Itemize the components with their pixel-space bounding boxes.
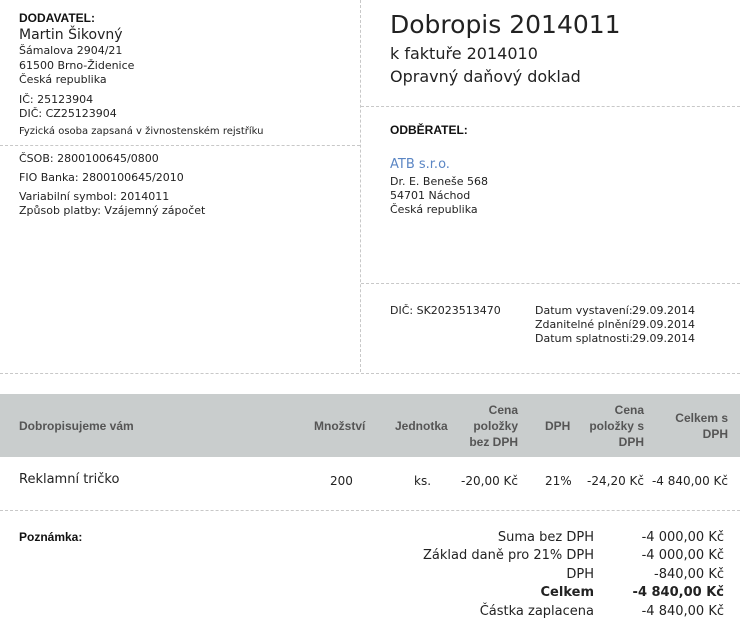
col-header-price-vat-line3: DPH — [618, 435, 644, 449]
col-header-total-line1: Celkem s — [675, 411, 728, 425]
col-header-quantity: Množství — [314, 419, 366, 433]
customer-heading: ODBĚRATEL: — [390, 123, 468, 137]
summary-paid-value: -4 840,00 Kč — [641, 604, 724, 619]
col-header-price-vat-line2: položky s — [589, 419, 644, 433]
supplier-city: 61500 Brno-Židenice — [19, 59, 135, 72]
col-header-total: Celkem s DPH — [650, 410, 728, 442]
vertical-divider — [360, 0, 361, 372]
document-title: Dobropis 2014011 — [390, 10, 621, 39]
issued-date-value: 29.09.2014 — [632, 304, 695, 317]
col-header-unit-price-line3: bez DPH — [469, 435, 518, 449]
customer-dic: DIČ: SK2023513470 — [390, 304, 501, 317]
col-header-total-line2: DPH — [702, 427, 728, 441]
summary-paid-label: Částka zaplacena — [479, 604, 594, 619]
col-header-unit-price-line2: položky — [473, 419, 518, 433]
summary-total-value: -4 840,00 Kč — [632, 585, 724, 600]
bank-account-1: ČSOB: 2800100645/0800 — [19, 152, 159, 165]
supplier-country: Česká republika — [19, 73, 107, 86]
customer-city: 54701 Náchod — [390, 189, 471, 202]
col-header-price-vat: Cena položky s DPH — [570, 402, 644, 450]
summary-tax-base-value: -4 000,00 Kč — [641, 548, 724, 563]
col-header-description: Dobropisujeme vám — [19, 419, 134, 433]
supplier-dic: DIČ: CZ25123904 — [19, 107, 117, 120]
row-price-vat: -24,20 Kč — [587, 474, 644, 488]
payment-method: Způsob platby: Vzájemný zápočet — [19, 204, 206, 217]
customer-top-divider — [361, 106, 740, 107]
header-section-divider — [0, 373, 740, 374]
summary-vat-value: -840,00 Kč — [654, 567, 724, 582]
supplier-note: Fyzická osoba zapsaná v živnostenském re… — [19, 126, 264, 137]
summary-base-label: Suma bez DPH — [497, 530, 594, 545]
col-header-vat: DPH — [545, 419, 571, 433]
table-bottom-divider — [0, 510, 740, 511]
issued-date-label: Datum vystavení: — [535, 304, 633, 317]
due-date-label: Datum splatnosti: — [535, 332, 634, 345]
row-description: Reklamní tričko — [19, 472, 120, 487]
col-header-price-vat-line1: Cena — [614, 403, 644, 417]
taxable-date-value: 29.09.2014 — [632, 318, 695, 331]
col-header-unit-price: Cena položky bez DPH — [440, 402, 518, 450]
customer-street: Dr. E. Beneše 568 — [390, 175, 488, 188]
supplier-name: Martin Šikovný — [19, 27, 123, 43]
summary-vat-label: DPH — [566, 567, 594, 582]
supplier-street: Šámalova 2904/21 — [19, 44, 123, 57]
bank-account-2: FIO Banka: 2800100645/2010 — [19, 171, 184, 184]
note-heading: Poznámka: — [19, 530, 83, 544]
row-quantity: 200 — [330, 474, 353, 488]
customer-country: Česká republika — [390, 203, 478, 216]
supplier-ic: IČ: 25123904 — [19, 93, 94, 106]
row-unit: ks. — [414, 474, 432, 488]
customer-bottom-divider — [361, 283, 740, 284]
row-total: -4 840,00 Kč — [651, 474, 728, 488]
summary-base-value: -4 000,00 Kč — [641, 530, 724, 545]
taxable-date-label: Zdanitelné plnění: — [535, 318, 636, 331]
customer-name: ATB s.r.o. — [390, 157, 450, 172]
row-vat: 21% — [545, 474, 572, 488]
due-date-value: 29.09.2014 — [632, 332, 695, 345]
summary-tax-base-label: Základ daně pro 21% DPH — [423, 548, 594, 563]
col-header-unit-price-line1: Cena — [488, 403, 518, 417]
summary-total-label: Celkem — [540, 585, 594, 600]
supplier-heading: DODAVATEL: — [19, 11, 95, 25]
supplier-divider — [0, 145, 360, 146]
invoice-reference: k faktuře 2014010 — [390, 44, 538, 63]
document-type: Opravný daňový doklad — [390, 67, 581, 86]
row-unit-price: -20,00 Kč — [461, 474, 518, 488]
variable-symbol: Variabilní symbol: 2014011 — [19, 190, 170, 203]
